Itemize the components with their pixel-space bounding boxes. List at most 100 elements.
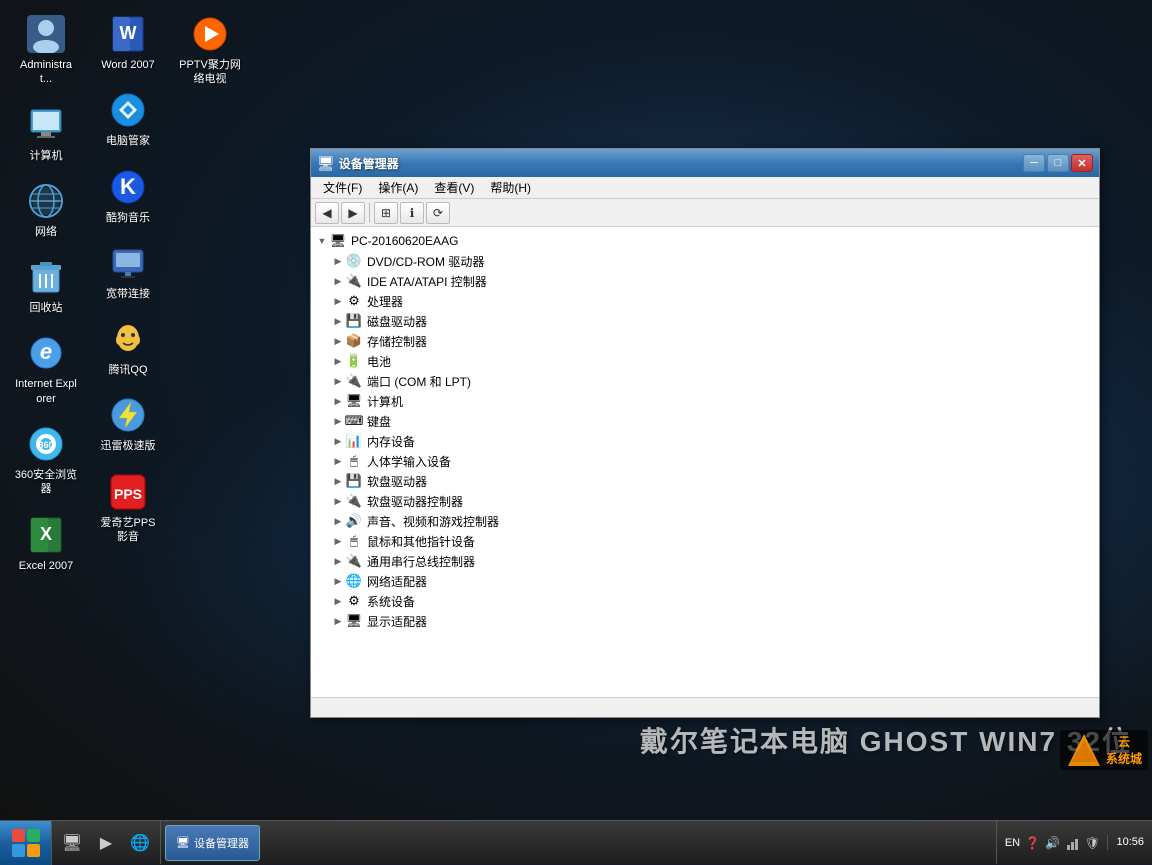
tree-item-ide[interactable]: ▶ 🔌 IDE ATA/ATAPI 控制器 [311,271,1099,291]
desktop-icon-administrator[interactable]: Administrat... [10,10,82,91]
toolbar-forward[interactable]: ▶ [341,202,365,224]
taskbar-media[interactable]: ▶ [90,825,122,861]
tree-item-storage[interactable]: ▶ 📦 存储控制器 [311,331,1099,351]
tree-storage-arrow[interactable]: ▶ [331,334,345,348]
desktop-icon-pcmanager[interactable]: 电脑管家 [92,86,164,152]
desktop-icon-thunder[interactable]: 迅雷极速版 [92,391,164,457]
taskbar-show-desktop[interactable]: 🖥 [56,825,88,861]
thunder-label: 迅雷极速版 [101,439,156,453]
tree-memory-arrow[interactable]: ▶ [331,434,345,448]
menu-view[interactable]: 查看(V) [426,177,482,198]
tree-item-system[interactable]: ▶ ⚙ 系统设备 [311,591,1099,611]
tree-item-keyboard[interactable]: ▶ ⌨ 键盘 [311,411,1099,431]
tree-floppy-ctrl-icon: 🔌 [345,493,363,509]
tree-item-hid[interactable]: ▶ 🖱 人体学输入设备 [311,451,1099,471]
tray-help[interactable]: ❓ [1023,834,1041,852]
tree-item-computer[interactable]: ▶ 🖥 计算机 [311,391,1099,411]
desktop-icon-computer[interactable]: 计算机 [10,101,82,167]
tree-sound-arrow[interactable]: ▶ [331,514,345,528]
desktop-icon-col-1: Administrat... 计算机 [10,10,82,577]
tree-system-arrow[interactable]: ▶ [331,594,345,608]
tree-keyboard-arrow[interactable]: ▶ [331,414,345,428]
tree-system-icon: ⚙ [345,593,363,609]
tree-dvdrom-arrow[interactable]: ▶ [331,254,345,268]
tree-item-dvdrom[interactable]: ▶ 💿 DVD/CD-ROM 驱动器 [311,251,1099,271]
tree-diskdrive-label: 磁盘驱动器 [367,313,427,330]
tree-sound-label: 声音、视频和游戏控制器 [367,513,499,530]
menu-file[interactable]: 文件(F) [315,177,370,198]
desktop-icon-kugou[interactable]: K 酷狗音乐 [92,163,164,229]
desktop-icon-qq[interactable]: 腾讯QQ [92,315,164,381]
tree-processor-arrow[interactable]: ▶ [331,294,345,308]
tree-battery-label: 电池 [367,353,391,370]
tree-item-mouse[interactable]: ▶ 🖱 鼠标和其他指针设备 [311,531,1099,551]
desktop-icon-ie[interactable]: e Internet Explorer [10,329,82,410]
desktop-icon-word[interactable]: W Word 2007 [92,10,164,76]
tree-keyboard-icon: ⌨ [345,413,363,429]
tree-item-usb[interactable]: ▶ 🔌 通用串行总线控制器 [311,551,1099,571]
tree-item-memory[interactable]: ▶ 📊 内存设备 [311,431,1099,451]
desktop-icon-col-2: W Word 2007 电脑管家 [92,10,164,548]
tray-sound[interactable]: 🔊 [1043,834,1061,852]
desktop: Administrat... 计算机 [0,0,1152,820]
tree-battery-arrow[interactable]: ▶ [331,354,345,368]
tree-ide-arrow[interactable]: ▶ [331,274,345,288]
tree-mouse-arrow[interactable]: ▶ [331,534,345,548]
tree-item-floppy[interactable]: ▶ 💾 软盘驱动器 [311,471,1099,491]
menu-action[interactable]: 操作(A) [370,177,426,198]
tree-item-diskdrive[interactable]: ▶ 💾 磁盘驱动器 [311,311,1099,331]
minimize-button[interactable]: ─ [1023,154,1045,172]
desktop-icon-360[interactable]: 360 360安全浏览器 [10,420,82,501]
tree-item-network[interactable]: ▶ 🌐 网络适配器 [311,571,1099,591]
device-tree[interactable]: ▼ 🖥 PC-20160620EAAG ▶ 💿 DVD/CD-ROM 驱动器 ▶… [311,227,1099,697]
maximize-button[interactable]: □ [1047,154,1069,172]
excel-label: Excel 2007 [19,559,73,573]
desktop-icon-broadband[interactable]: 宽带连接 [92,239,164,305]
desktop-icon-recycle[interactable]: 回收站 [10,253,82,319]
toolbar-properties[interactable]: ℹ [400,202,424,224]
svg-text:K: K [120,174,136,199]
tree-computer-arrow[interactable]: ▶ [331,394,345,408]
360-label: 360安全浏览器 [14,468,78,497]
toolbar-show-grid[interactable]: ⊞ [374,202,398,224]
tree-item-floppy-ctrl[interactable]: ▶ 🔌 软盘驱动器控制器 [311,491,1099,511]
taskbar-clock[interactable]: 10:56 [1107,835,1152,850]
tray-lang[interactable]: EN [1003,834,1021,852]
watermark-text: 戴尔笔记本电脑 GHOST WIN7 32位 [640,720,1132,760]
taskbar-app-devicemgr[interactable]: 🖥 设备管理器 [165,825,260,861]
tree-item-processor[interactable]: ▶ ⚙ 处理器 [311,291,1099,311]
tree-floppy-ctrl-arrow[interactable]: ▶ [331,494,345,508]
desktop-icon-network[interactable]: 网络 [10,177,82,243]
tree-hid-arrow[interactable]: ▶ [331,454,345,468]
tree-item-ports[interactable]: ▶ 🔌 端口 (COM 和 LPT) [311,371,1099,391]
tray-antivirus[interactable]: 🛡 [1083,834,1101,852]
tree-storage-icon: 📦 [345,333,363,349]
tree-usb-arrow[interactable]: ▶ [331,554,345,568]
close-button[interactable]: ✕ [1071,154,1093,172]
tree-root-arrow[interactable]: ▼ [315,234,329,248]
taskbar-ie-quick[interactable]: 🌐 [124,825,156,861]
desktop-icon-pptv[interactable]: PPTV聚力网络电视 [174,10,246,91]
tray-network[interactable] [1063,834,1081,852]
tree-usb-label: 通用串行总线控制器 [367,553,475,570]
desktop-icon-excel[interactable]: X Excel 2007 [10,511,82,577]
tree-root-icon: 🖥 [329,233,347,249]
tree-floppy-arrow[interactable]: ▶ [331,474,345,488]
toolbar-refresh[interactable]: ⟳ [426,202,450,224]
tree-item-battery[interactable]: ▶ 🔋 电池 [311,351,1099,371]
start-button[interactable] [0,821,52,865]
tree-ports-arrow[interactable]: ▶ [331,374,345,388]
toolbar-back[interactable]: ◀ [315,202,339,224]
tree-item-sound[interactable]: ▶ 🔊 声音、视频和游戏控制器 [311,511,1099,531]
taskbar-app-icon: 🖥 [176,836,190,849]
tree-network-arrow[interactable]: ▶ [331,574,345,588]
svg-text:360: 360 [38,440,53,450]
tree-root[interactable]: ▼ 🖥 PC-20160620EAAG [311,231,1099,251]
menu-help[interactable]: 帮助(H) [482,177,539,198]
tree-battery-icon: 🔋 [345,353,363,369]
tree-diskdrive-arrow[interactable]: ▶ [331,314,345,328]
tree-display-arrow[interactable]: ▶ [331,614,345,628]
svg-text:e: e [40,339,52,364]
desktop-icon-pps[interactable]: PPS 爱奇艺PPS影音 [92,468,164,549]
tree-item-display[interactable]: ▶ 🖥 显示适配器 [311,611,1099,631]
